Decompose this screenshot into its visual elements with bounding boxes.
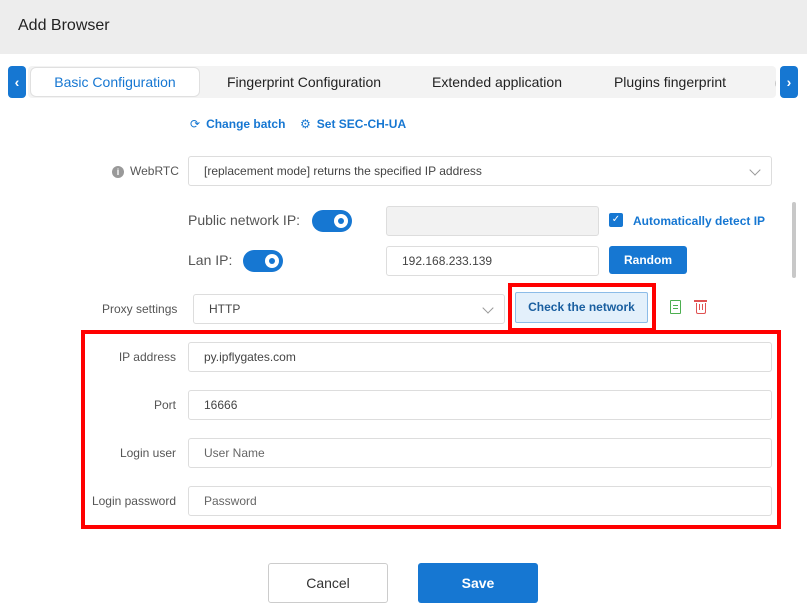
proxy-settings-label: Proxy settings xyxy=(102,302,178,316)
public-ip-input[interactable] xyxy=(386,206,599,236)
login-user-label: Login user xyxy=(119,446,176,460)
tab-overflow[interactable]: ( xyxy=(772,66,776,98)
tab-bar: ‹ Basic Configuration Fingerprint Config… xyxy=(0,64,807,100)
check-network-button[interactable]: Check the network xyxy=(515,292,648,323)
check-icon: ✓ xyxy=(611,214,621,225)
change-batch-link[interactable]: ⟳ Change batch xyxy=(190,117,285,131)
cancel-button[interactable]: Cancel xyxy=(268,563,388,603)
auto-detect-label[interactable]: Automatically detect IP xyxy=(633,214,765,228)
lan-ip-input[interactable]: 192.168.233.139 xyxy=(386,246,599,276)
public-ip-label: Public network IP: xyxy=(188,212,301,228)
tab-strip: Basic Configuration Fingerprint Configur… xyxy=(28,66,776,98)
public-ip-toggle[interactable] xyxy=(312,210,352,232)
gear-icon: ⚙ xyxy=(300,117,311,131)
ip-address-label: IP address xyxy=(118,350,176,364)
lan-ip-toggle[interactable] xyxy=(243,250,283,272)
webrtc-label: i WebRTC xyxy=(112,164,179,178)
chevron-right-icon: › xyxy=(786,74,792,90)
trash-icon[interactable] xyxy=(694,300,707,314)
save-button[interactable]: Save xyxy=(418,563,538,603)
tab-fingerprint-configuration[interactable]: Fingerprint Configuration xyxy=(214,66,394,98)
tab-plugins-fingerprint[interactable]: Plugins fingerprint xyxy=(600,66,740,98)
login-password-label: Login password xyxy=(91,494,176,508)
webrtc-select[interactable]: [replacement mode] returns the specified… xyxy=(188,156,772,186)
tab-extended-application[interactable]: Extended application xyxy=(422,66,572,98)
proxy-type-select[interactable]: HTTP xyxy=(193,294,505,324)
scrollbar[interactable] xyxy=(792,202,796,278)
chevron-down-icon xyxy=(749,164,761,176)
lan-ip-label: Lan IP: xyxy=(188,252,233,268)
title-bar: Add Browser xyxy=(0,0,807,54)
login-user-input[interactable]: User Name xyxy=(188,438,772,468)
auto-detect-checkbox[interactable]: ✓ xyxy=(609,213,623,227)
tab-basic-configuration[interactable]: Basic Configuration xyxy=(30,67,200,97)
info-icon: i xyxy=(112,166,124,178)
tabs-prev-button[interactable]: ‹ xyxy=(8,66,26,98)
port-input[interactable]: 16666 xyxy=(188,390,772,420)
set-sec-ch-ua-link[interactable]: ⚙ Set SEC-CH-UA xyxy=(300,117,406,131)
port-label: Port xyxy=(153,398,176,412)
chevron-down-icon xyxy=(482,302,494,314)
chevron-left-icon: ‹ xyxy=(14,74,20,90)
login-password-input[interactable]: Password xyxy=(188,486,772,516)
ip-address-input[interactable]: py.ipflygates.com xyxy=(188,342,772,372)
window-title: Add Browser xyxy=(18,17,110,34)
tabs-next-button[interactable]: › xyxy=(780,66,798,98)
random-button[interactable]: Random xyxy=(609,246,687,274)
refresh-icon: ⟳ xyxy=(190,117,201,131)
document-icon[interactable] xyxy=(670,300,681,314)
